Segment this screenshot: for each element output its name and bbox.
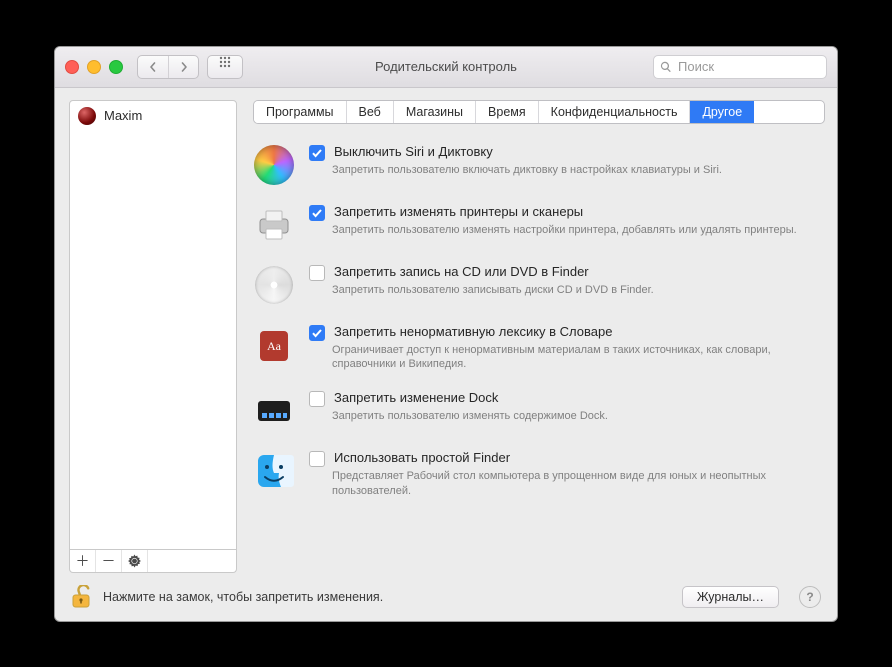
footer: Нажмите на замок, чтобы запретить измене…	[55, 573, 837, 621]
content: Maxim ＋ － Программы Веб Магазины Время К…	[55, 88, 837, 573]
forward-button[interactable]	[168, 56, 198, 78]
user-actions-button[interactable]	[122, 550, 148, 572]
dock-icon	[253, 390, 295, 432]
show-all-button[interactable]	[207, 55, 243, 79]
dictionary-icon: Aa	[253, 324, 295, 366]
gear-icon	[128, 554, 141, 568]
option-desc: Ограничивает доступ к ненормативным мате…	[309, 343, 817, 373]
options: Выключить Siri и Диктовку Запретить поль…	[253, 144, 823, 499]
search-icon	[660, 61, 672, 73]
search-field[interactable]: Поиск	[653, 55, 827, 79]
tab-other[interactable]: Другое	[690, 101, 754, 123]
checkbox-dictionary[interactable]	[309, 325, 325, 341]
user-row[interactable]: Maxim	[70, 105, 236, 127]
tab-privacy[interactable]: Конфиденциальность	[539, 101, 691, 123]
plus-icon: ＋	[76, 551, 90, 571]
option-desc: Запретить пользователю изменять содержим…	[309, 409, 817, 424]
chevron-left-icon	[148, 62, 158, 72]
checkbox-disc[interactable]	[309, 265, 325, 281]
chevron-right-icon	[179, 62, 189, 72]
window: Родительский контроль Поиск Maxim ＋ －	[54, 46, 838, 622]
option-label: Запретить изменять принтеры и сканеры	[334, 204, 583, 219]
search-placeholder: Поиск	[678, 59, 714, 74]
option-finder: Использовать простой Finder Представляет…	[253, 450, 817, 499]
tab-web[interactable]: Веб	[347, 101, 394, 123]
option-dock: Запретить изменение Dock Запретить польз…	[253, 390, 817, 432]
main: Программы Веб Магазины Время Конфиденциа…	[253, 100, 823, 573]
option-desc: Запретить пользователю записывать диски …	[309, 283, 817, 298]
disc-icon	[253, 264, 295, 306]
user-list[interactable]: Maxim	[69, 100, 237, 550]
minimize-window-button[interactable]	[87, 60, 101, 74]
user-name: Maxim	[104, 108, 142, 123]
option-desc: Запретить пользователю включать диктовку…	[309, 163, 817, 178]
lock-open-icon[interactable]	[71, 585, 91, 609]
option-label: Запретить запись на CD или DVD в Finder	[334, 264, 589, 279]
titlebar: Родительский контроль Поиск	[55, 47, 837, 88]
close-window-button[interactable]	[65, 60, 79, 74]
tab-apps[interactable]: Программы	[254, 101, 347, 123]
traffic-lights	[65, 60, 123, 74]
option-disc: Запретить запись на CD или DVD в Finder …	[253, 264, 817, 306]
checkbox-finder[interactable]	[309, 451, 325, 467]
nav-back-forward	[137, 55, 199, 79]
svg-text:Aa: Aa	[267, 339, 282, 353]
grid-icon	[219, 56, 231, 68]
option-label: Выключить Siri и Диктовку	[334, 144, 493, 159]
sidebar: Maxim ＋ －	[69, 100, 237, 573]
option-desc: Представляет Рабочий стол компьютера в у…	[309, 469, 817, 499]
siri-icon	[253, 144, 295, 186]
option-label: Запретить ненормативную лексику в Словар…	[334, 324, 612, 339]
option-desc: Запретить пользователю изменять настройк…	[309, 223, 817, 238]
tab-time[interactable]: Время	[476, 101, 539, 123]
checkbox-siri[interactable]	[309, 145, 325, 161]
avatar	[78, 107, 96, 125]
tabs: Программы Веб Магазины Время Конфиденциа…	[253, 100, 825, 124]
lock-text: Нажмите на замок, чтобы запретить измене…	[103, 590, 670, 604]
minus-icon: －	[102, 551, 116, 571]
remove-user-button[interactable]: －	[96, 550, 122, 572]
option-label: Запретить изменение Dock	[334, 390, 498, 405]
checkbox-dock[interactable]	[309, 391, 325, 407]
option-label: Использовать простой Finder	[334, 450, 510, 465]
tab-stores[interactable]: Магазины	[394, 101, 476, 123]
help-button[interactable]: ?	[799, 586, 821, 608]
option-printer: Запретить изменять принтеры и сканеры За…	[253, 204, 817, 246]
printer-icon	[253, 204, 295, 246]
zoom-window-button[interactable]	[109, 60, 123, 74]
back-button[interactable]	[138, 56, 168, 78]
option-dictionary: Aa Запретить ненормативную лексику в Сло…	[253, 324, 817, 373]
add-user-button[interactable]: ＋	[70, 550, 96, 572]
option-siri: Выключить Siri и Диктовку Запретить поль…	[253, 144, 817, 186]
help-icon: ?	[806, 590, 813, 604]
logs-button[interactable]: Журналы…	[682, 586, 779, 608]
checkbox-printer[interactable]	[309, 205, 325, 221]
sidebar-toolbar: ＋ －	[69, 550, 237, 573]
finder-icon	[253, 450, 295, 492]
